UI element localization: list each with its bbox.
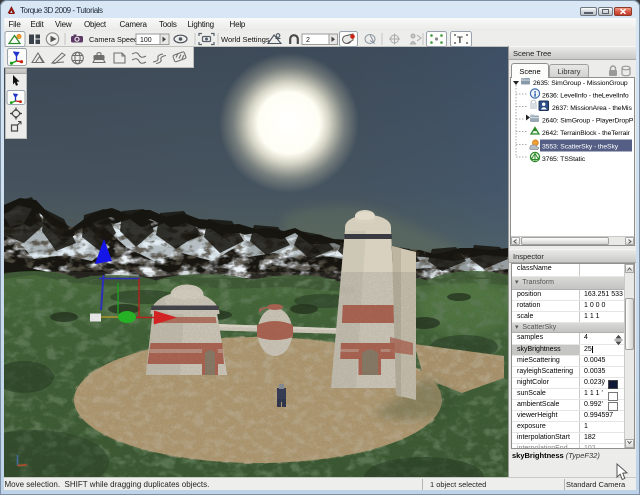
svg-text:3765: TSStatic: 3765: TSStatic xyxy=(542,156,586,163)
svg-text:World Settings: World Settings xyxy=(221,35,270,44)
svg-text:2: 2 xyxy=(306,37,310,44)
svg-text:2636: LevelInfo - theLevelInfo: 2636: LevelInfo - theLevelInfo xyxy=(542,93,629,100)
svg-text:2635: SimGroup - MissionGroup: 2635: SimGroup - MissionGroup xyxy=(533,80,628,87)
svg-text:3553: ScatterSky - theSky: 3553: ScatterSky - theSky xyxy=(542,144,619,151)
svg-text:2640: SimGroup - PlayerDropP: 2640: SimGroup - PlayerDropP xyxy=(542,118,634,125)
svg-text:2642: TerrainBlock - theTerrai: 2642: TerrainBlock - theTerrair xyxy=(542,130,631,137)
svg-text:100: 100 xyxy=(140,37,152,44)
svg-text:2637: MissionArea - theMis: 2637: MissionArea - theMis xyxy=(552,105,632,112)
svg-text:Camera Speed: Camera Speed xyxy=(89,35,138,44)
svg-text:T: T xyxy=(457,35,463,46)
